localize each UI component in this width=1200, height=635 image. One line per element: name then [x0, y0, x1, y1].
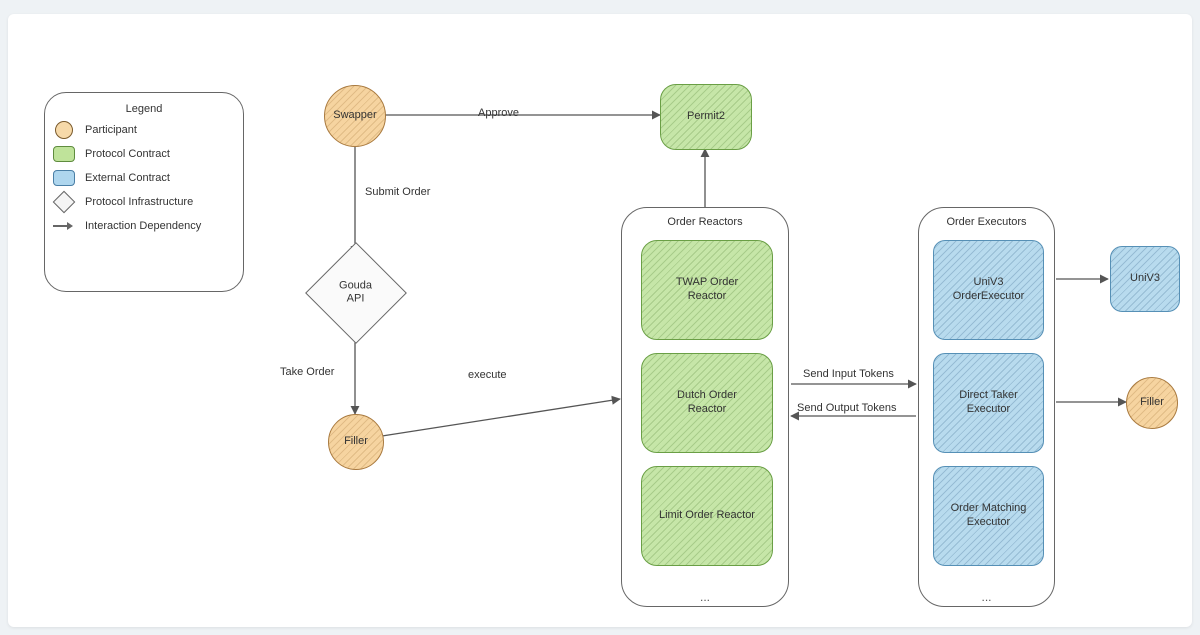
legend-panel: Legend Participant Protocol Contract Ext… [44, 92, 244, 292]
diagram-canvas: Legend Participant Protocol Contract Ext… [8, 14, 1192, 627]
edge-label-execute: execute [468, 369, 507, 381]
legend-row-interaction: Interaction Dependency [53, 217, 235, 235]
node-limit-reactor: Limit Order Reactor [641, 466, 773, 566]
circle-icon [55, 121, 73, 139]
group-title: Order Reactors [622, 216, 788, 228]
legend-row-protocol-infra: Protocol Infrastructure [53, 193, 235, 211]
node-permit2: Permit2 [660, 84, 752, 150]
node-label: Dutch Order [677, 389, 737, 403]
node-label: TWAP Order [676, 276, 738, 290]
edge-label-send-output: Send Output Tokens [797, 402, 896, 414]
node-label: Order Matching [951, 502, 1027, 516]
edge-label-submit-order: Submit Order [365, 186, 430, 198]
group-ellipsis: ... [622, 590, 788, 604]
legend-label: External Contract [85, 172, 170, 184]
legend-label: Interaction Dependency [85, 220, 201, 232]
edge-label-take-order: Take Order [280, 366, 334, 378]
node-filler-right: Filler [1126, 377, 1178, 429]
node-label: Swapper [333, 109, 376, 123]
legend-label: Participant [85, 124, 137, 136]
node-label: Permit2 [687, 110, 725, 124]
edge-label-send-input: Send Input Tokens [803, 368, 894, 380]
node-dutch-reactor: Dutch Order Reactor [641, 353, 773, 453]
legend-row-participant: Participant [53, 121, 235, 139]
node-label: Reactor [676, 290, 738, 304]
node-label: UniV3 [1130, 272, 1160, 286]
node-label: Reactor [677, 403, 737, 417]
node-label: Limit Order Reactor [659, 509, 755, 523]
legend-title: Legend [53, 103, 235, 115]
node-label: Direct Taker [959, 389, 1017, 403]
node-filler-main: Filler [328, 414, 384, 470]
node-label: Filler [344, 435, 368, 449]
square-icon [53, 146, 75, 162]
node-label: Executor [951, 516, 1027, 530]
legend-row-protocol-contract: Protocol Contract [53, 145, 235, 163]
group-ellipsis: ... [919, 590, 1054, 604]
node-gouda-api: Gouda API [305, 242, 407, 344]
node-label: UniV3 [953, 276, 1025, 290]
arrow-icon [53, 221, 75, 231]
square-icon [53, 170, 75, 186]
legend-label: Protocol Contract [85, 148, 170, 160]
node-order-matching-executor: Order Matching Executor [933, 466, 1044, 566]
node-label: Gouda [339, 280, 372, 293]
legend-label: Protocol Infrastructure [85, 196, 193, 208]
diamond-icon [53, 191, 76, 214]
node-label: Filler [1140, 396, 1164, 410]
group-title: Order Executors [919, 216, 1054, 228]
group-order-reactors: Order Reactors TWAP Order Reactor Dutch … [621, 207, 789, 607]
node-twap-reactor: TWAP Order Reactor [641, 240, 773, 340]
node-swapper: Swapper [324, 85, 386, 147]
legend-row-external-contract: External Contract [53, 169, 235, 187]
node-label: Executor [959, 403, 1017, 417]
edge-label-approve: Approve [478, 107, 519, 119]
node-label: API [339, 293, 372, 306]
node-univ3-executor: UniV3 OrderExecutor [933, 240, 1044, 340]
group-order-executors: Order Executors UniV3 OrderExecutor Dire… [918, 207, 1055, 607]
node-label: OrderExecutor [953, 290, 1025, 304]
node-direct-taker-executor: Direct Taker Executor [933, 353, 1044, 453]
node-univ3-external: UniV3 [1110, 246, 1180, 312]
